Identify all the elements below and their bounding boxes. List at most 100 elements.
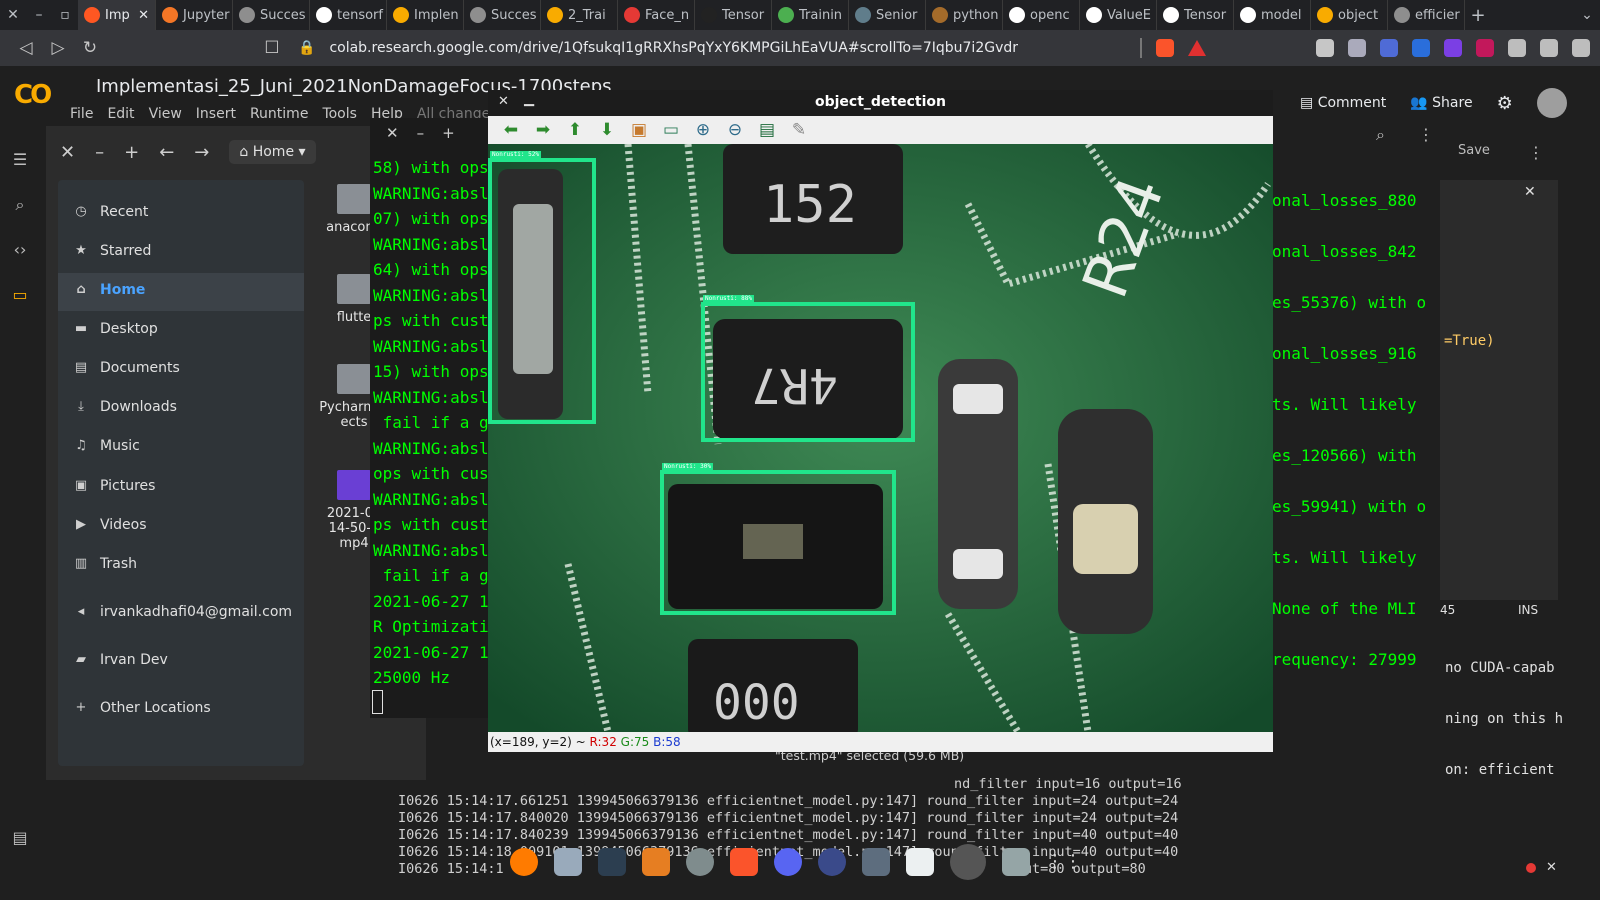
files-folder-icon[interactable]: ▭ <box>10 285 30 305</box>
detection-image[interactable]: 152 4R7 000 R24 Nonrusti: 52% Nonrusti: … <box>488 144 1273 732</box>
maximize-icon[interactable]: + <box>442 124 455 142</box>
menu-runtime[interactable]: Runtime <box>250 106 308 122</box>
browser-tab[interactable]: Jupyter <box>156 0 233 30</box>
browser-tab[interactable]: 2_Trai <box>541 0 618 30</box>
bookmark-icon[interactable]: ☐ <box>256 38 288 58</box>
arrow-up-icon[interactable]: ⬆ <box>564 120 586 140</box>
browser-tab[interactable]: python <box>926 0 1003 30</box>
record-icon[interactable] <box>1526 862 1536 873</box>
browser-tab[interactable]: Trainin <box>772 0 849 30</box>
extension-filter-icon[interactable] <box>1316 39 1334 57</box>
window-minimize-icon[interactable]: – <box>26 7 52 23</box>
brave-shield-icon[interactable] <box>1156 39 1174 57</box>
photos-app-icon[interactable] <box>642 848 670 876</box>
browser-tab[interactable]: Tensor <box>1157 0 1234 30</box>
sidebar-item-other-locations[interactable]: + Other Locations <box>74 700 211 716</box>
reload-icon[interactable]: ↻ <box>74 38 106 58</box>
comment-button[interactable]: ▤ Comment <box>1300 95 1386 111</box>
discord-app-icon[interactable] <box>774 848 802 876</box>
extension-color-icon[interactable] <box>1476 39 1494 57</box>
code-icon[interactable]: ‹› <box>10 240 30 260</box>
sidebar-item-irvankadhafi04-gmail-com[interactable]: ◂ irvankadhafi04@gmail.com <box>74 604 292 620</box>
close-icon[interactable]: ✕ <box>60 142 75 163</box>
arrow-down-icon[interactable]: ⬇ <box>596 120 618 140</box>
back-icon[interactable]: ◁ <box>10 38 42 58</box>
sidebar-item-irvan-dev[interactable]: ▰ Irvan Dev <box>74 652 168 668</box>
app-grid-icon[interactable]: ⋮⋮ <box>1046 848 1082 876</box>
detection-box[interactable]: Nonrusti: 30% <box>660 463 896 615</box>
sidebar-item-starred[interactable]: ★ Starred <box>74 243 151 259</box>
new-tab-button[interactable]: + <box>1465 5 1491 26</box>
menu-edit[interactable]: Edit <box>107 106 134 122</box>
running-app-icon[interactable] <box>950 844 986 880</box>
browser-tab[interactable]: model <box>1234 0 1311 30</box>
image-icon[interactable]: ▣ <box>628 120 650 140</box>
arrow-right-icon[interactable]: ➡ <box>532 120 554 140</box>
menu-view[interactable]: View <box>149 106 182 122</box>
browser-tab[interactable]: Implen <box>387 0 464 30</box>
extension-fi-icon[interactable] <box>1412 39 1430 57</box>
url-field[interactable]: colab.research.google.com/drive/1QfsukqI… <box>329 40 1018 56</box>
extension-counter-icon[interactable] <box>1444 39 1462 57</box>
extensions-puzzle-icon[interactable] <box>1508 39 1526 57</box>
screenshot-app-icon[interactable] <box>862 848 890 876</box>
forward-icon[interactable]: ▷ <box>42 38 74 58</box>
playlist-icon[interactable] <box>1540 39 1558 57</box>
maximize-icon[interactable]: + <box>124 142 139 163</box>
minimize-icon[interactable]: – <box>95 142 104 163</box>
colab-save-link[interactable]: Save <box>1458 143 1490 158</box>
browser-tab[interactable]: Succes <box>464 0 541 30</box>
window-maximize-icon[interactable]: ▫ <box>52 7 78 23</box>
comment-icon[interactable]: ▭ <box>660 120 682 140</box>
sidebar-item-documents[interactable]: ▤ Documents <box>74 360 180 376</box>
tab-search-icon[interactable]: ⌄ <box>1574 7 1600 23</box>
settings-app-icon[interactable] <box>686 848 714 876</box>
sidebar-item-home[interactable]: ⌂ Home <box>74 282 145 298</box>
detection-box[interactable]: Nonrusti: 88% <box>701 295 915 442</box>
browser-tab[interactable]: Face_n <box>618 0 695 30</box>
sidebar-item-music[interactable]: ♫ Music <box>74 438 140 454</box>
detection-box[interactable]: Nonrusti: 52% <box>488 151 596 424</box>
save-icon[interactable]: ▤ <box>756 120 778 140</box>
trash-app-icon[interactable] <box>1002 848 1030 876</box>
terminal-icon[interactable]: ▤ <box>10 828 30 848</box>
close-icon[interactable]: ✕ <box>498 94 509 109</box>
extension-print-icon[interactable] <box>1348 39 1366 57</box>
zoom-in-icon[interactable]: ⊕ <box>692 120 714 140</box>
menu-tools[interactable]: Tools <box>322 106 357 122</box>
notes-app-icon[interactable] <box>906 848 934 876</box>
browser-tab[interactable]: Succes <box>233 0 310 30</box>
aperture-app-icon[interactable] <box>818 848 846 876</box>
breadcrumb-home[interactable]: ⌂ Home ▾ <box>229 140 316 164</box>
toc-icon[interactable]: ☰ <box>10 150 30 170</box>
sidebar-item-desktop[interactable]: ▬ Desktop <box>74 321 158 337</box>
back-icon[interactable]: ← <box>159 142 174 163</box>
close-icon[interactable]: ✕ <box>1524 184 1536 200</box>
close-icon[interactable]: ✕ <box>1546 860 1557 875</box>
browser-tab[interactable]: openc <box>1003 0 1080 30</box>
kebab-menu-icon[interactable]: ⋮ <box>1418 125 1434 144</box>
menu-insert[interactable]: Insert <box>196 106 236 122</box>
terminal-app-icon[interactable] <box>598 848 626 876</box>
sidebar-item-videos[interactable]: ▶ Videos <box>74 517 147 533</box>
brave-app-icon[interactable] <box>730 848 758 876</box>
close-icon[interactable]: ✕ <box>386 124 399 142</box>
browser-tab[interactable]: Imp ✕ <box>78 0 156 30</box>
arrow-left-icon[interactable]: ⬅ <box>500 120 522 140</box>
avatar[interactable] <box>1536 88 1567 118</box>
minimize-icon[interactable]: – <box>417 124 425 142</box>
firefox-icon[interactable] <box>510 848 538 876</box>
settings-gear-icon[interactable]: ⚙ <box>1497 93 1513 114</box>
browser-menu-icon[interactable] <box>1572 39 1590 57</box>
forward-icon[interactable]: → <box>194 142 209 163</box>
tab-close-icon[interactable]: ✕ <box>138 8 149 23</box>
search-icon[interactable]: ⌕ <box>1376 125 1385 145</box>
files-app-icon[interactable] <box>554 848 582 876</box>
brush-icon[interactable]: ✎ <box>788 120 810 140</box>
browser-tab[interactable]: Senior <box>849 0 926 30</box>
zoom-out-icon[interactable]: ⊖ <box>724 120 746 140</box>
browser-tab[interactable]: Tensor <box>695 0 772 30</box>
window-close-icon[interactable]: ✕ <box>0 7 26 23</box>
sidebar-item-recent[interactable]: ◷ Recent <box>74 204 148 220</box>
minimize-icon[interactable]: ▁ <box>524 92 534 107</box>
